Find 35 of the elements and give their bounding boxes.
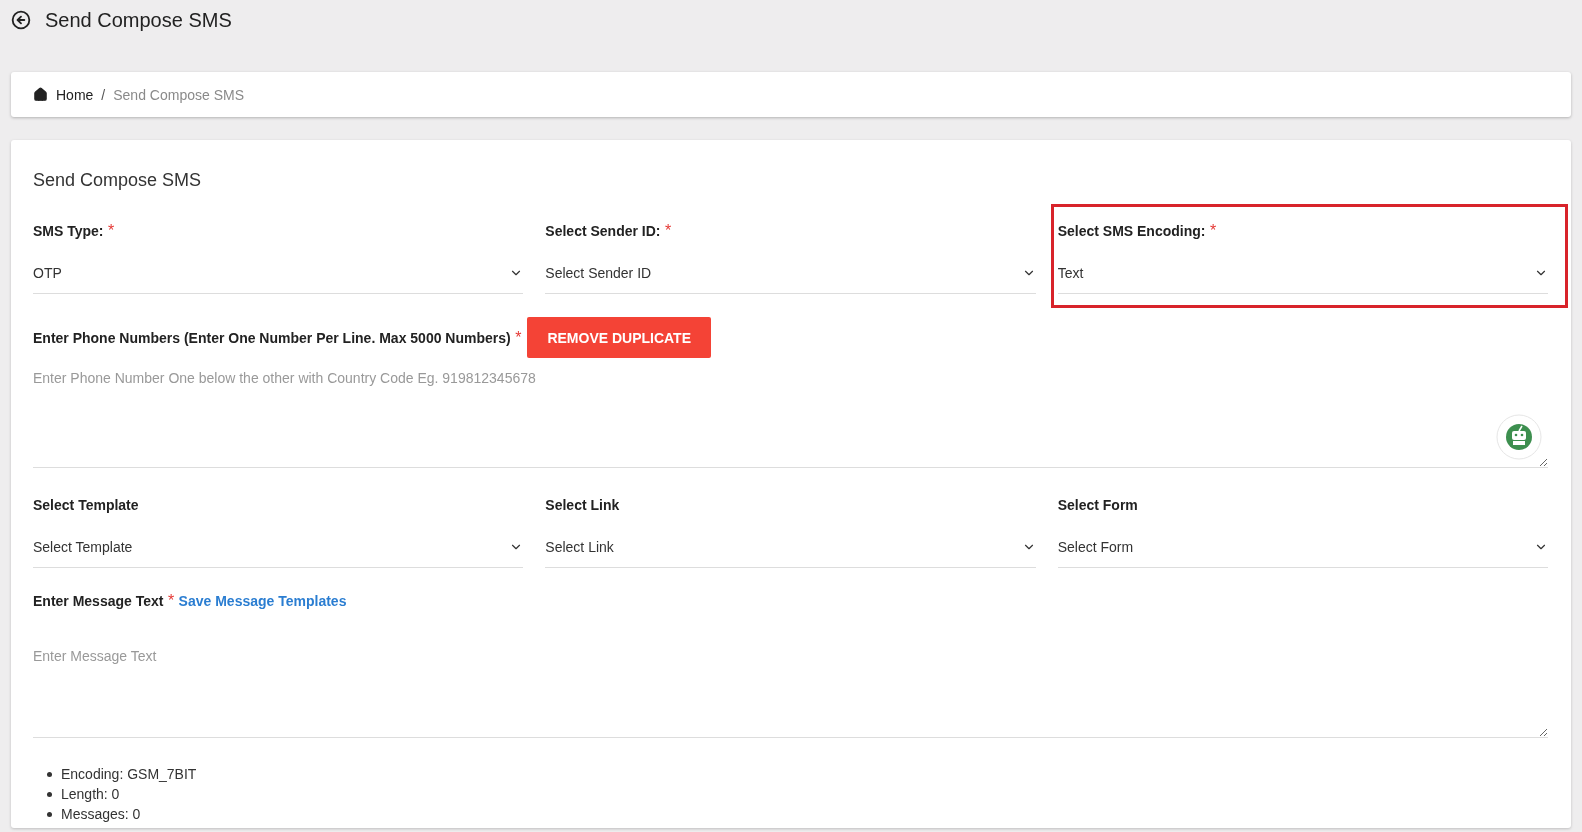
remove-duplicate-button[interactable]: REMOVE DUPLICATE [527,317,711,358]
breadcrumb-current: Send Compose SMS [113,86,244,103]
breadcrumb-separator: / [101,86,106,103]
required-asterisk: * [1209,222,1217,239]
required-asterisk: * [515,328,522,346]
back-icon[interactable] [11,10,31,30]
save-templates-link[interactable]: Save Message Templates [178,593,347,609]
select-field[interactable]: Text [1057,252,1548,294]
required-asterisk: * [108,222,115,239]
field-label: Select Link [545,497,620,513]
bullet-icon [47,771,52,777]
field-label: Select SMS Encoding: [1057,223,1206,239]
field-label: Enter Phone Numbers (Enter One Number Per Line. Max 5000 Numbers) [33,329,511,346]
select-field[interactable]: Select Template [33,526,524,568]
field-label: Select Sender ID: [545,223,661,239]
select-field[interactable]: OTP [33,252,524,294]
page-title: Send Compose SMS [45,8,232,32]
stat-text: Length: 0 [61,786,120,802]
required-asterisk: * [167,592,175,609]
required-asterisk: * [664,222,672,239]
field-label: SMS Type: [33,223,104,239]
stat-text: Messages: 0 [61,806,141,822]
select-field[interactable]: Select Sender ID [545,252,1036,294]
breadcrumb-link[interactable]: Home [56,86,94,103]
select-field[interactable]: Select Link [545,526,1036,568]
field-label: Select Form [1057,497,1138,513]
stat-text: Encoding: GSM_7BIT [61,766,197,782]
select-field[interactable]: Select Form [1057,526,1548,568]
field-label: Enter Message Text [33,593,164,609]
home-icon [33,87,48,102]
robot-icon[interactable] [1496,414,1542,460]
bullet-icon [47,791,52,797]
field-label: Select Template [33,497,139,513]
bullet-icon [47,811,52,817]
card-title: Send Compose SMS [33,170,203,191]
